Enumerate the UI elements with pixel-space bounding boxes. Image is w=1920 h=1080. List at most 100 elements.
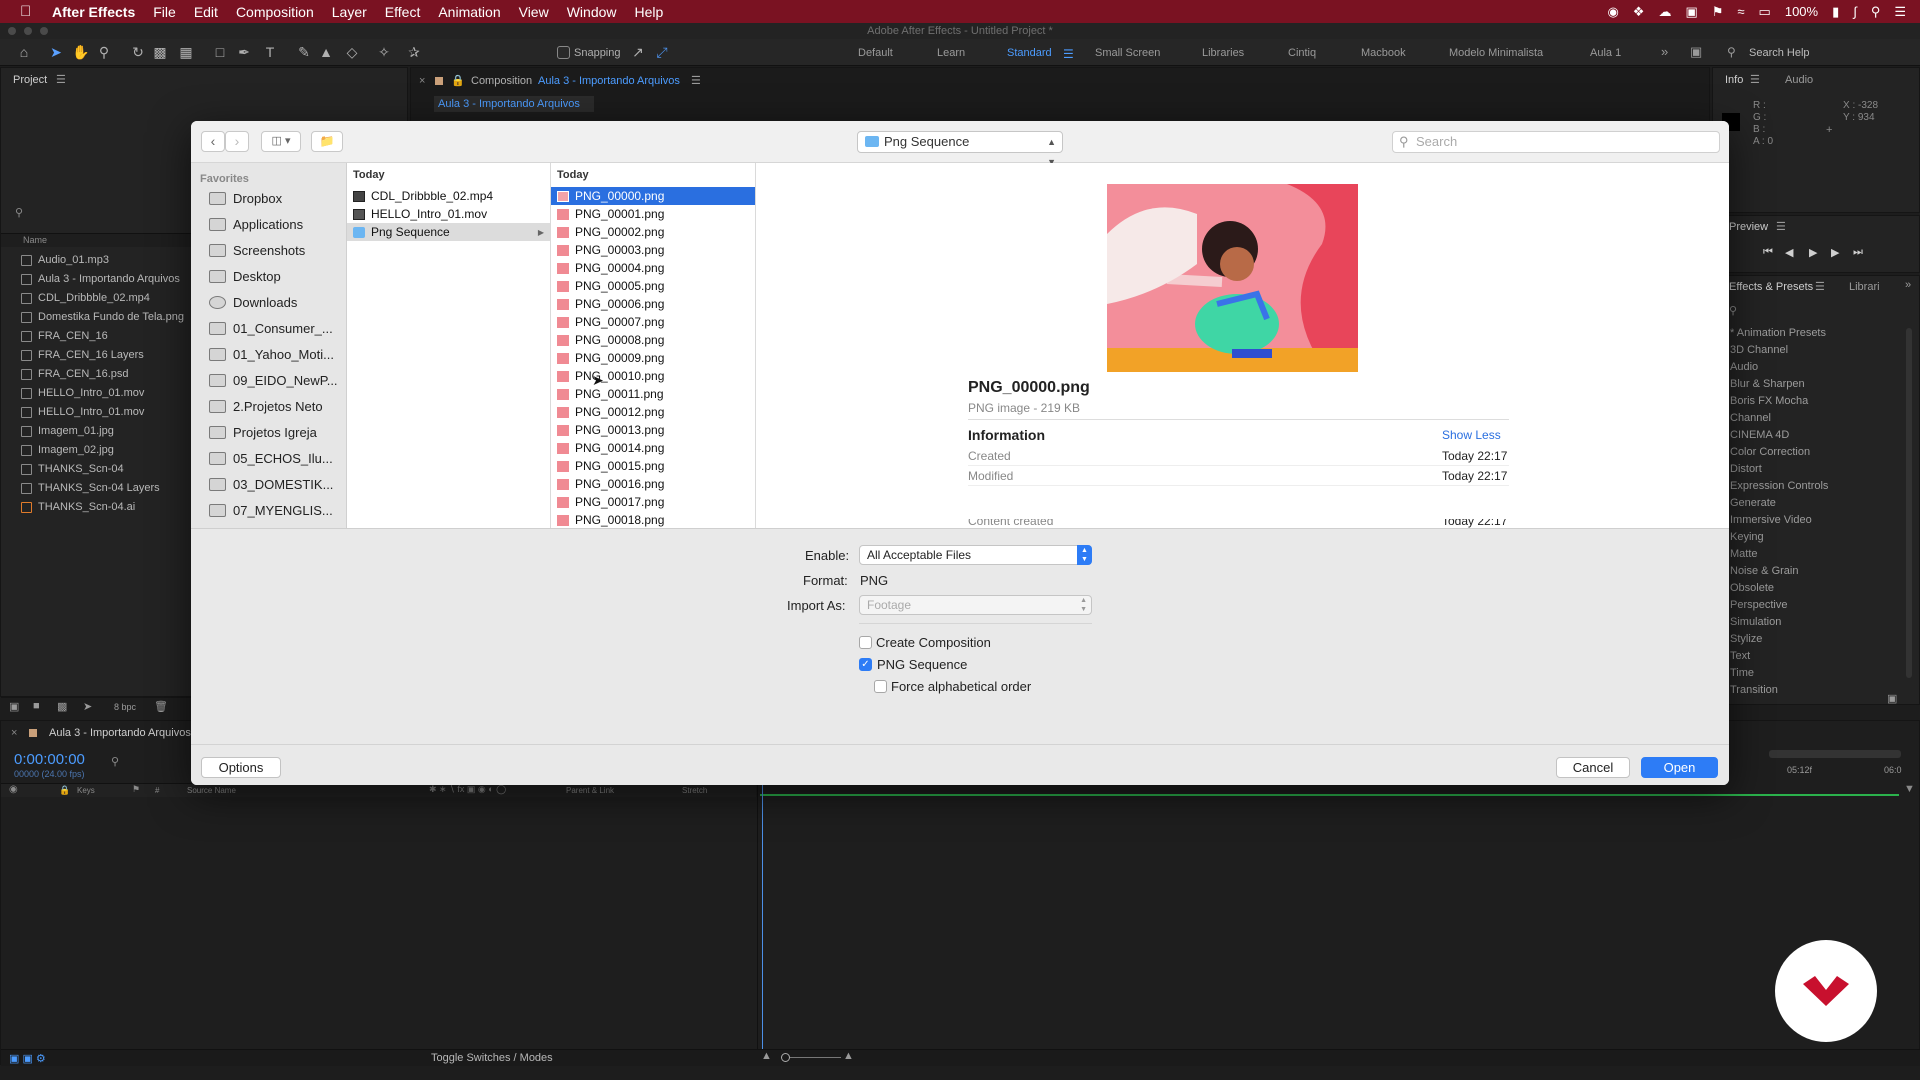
wifi-icon[interactable]: ≈ [1737,4,1744,19]
file-row[interactable]: PNG_00013.png [551,421,755,439]
file-row[interactable]: PNG_00001.png [551,205,755,223]
zoom-in-icon[interactable]: ▲ [843,1050,854,1062]
project-item[interactable]: Domestika Fundo de Tela.png [21,311,184,323]
effect-category[interactable]: Distort [1730,463,1762,475]
sidebar-item-folder[interactable]: 05_ECHOS_Ilu... [209,451,343,466]
zoom-tool-icon[interactable]: ⚲ [96,44,112,60]
effect-category[interactable]: Perspective [1730,599,1787,611]
effect-category[interactable]: Text [1730,650,1750,662]
sidebar-item-screenshots[interactable]: Screenshots [209,243,343,258]
timeline-tab[interactable]: Aula 3 - Importando Arquivos [49,727,191,739]
project-item[interactable]: FRA_CEN_16 [21,330,108,342]
creative-cloud-icon[interactable]: ☁ [1658,4,1671,20]
airplay-icon[interactable]: ▭ [1759,4,1771,20]
bluetooth-icon[interactable]: ∫ [1853,4,1857,19]
new-folder-button[interactable]: 📁 [311,131,343,152]
apple-icon[interactable]:  [20,3,42,20]
file-row[interactable]: CDL_Dribbble_02.mp4 [347,187,550,205]
composition-tab-prefix[interactable]: Composition [471,75,532,87]
eraser-tool-icon[interactable]: ◇ [344,44,360,60]
effect-category[interactable]: Transition [1730,684,1778,696]
effect-category[interactable]: Immersive Video [1730,514,1812,526]
battery-icon[interactable]: ▮ [1832,4,1839,20]
av-switches-icon[interactable]: ◉ [9,784,18,795]
interpret-footage-icon[interactable]: ▣ [9,700,19,713]
effects-panel-menu-icon[interactable]: ☰ [1815,280,1825,293]
spotlight-search-icon[interactable]: ⚲ [1871,4,1881,20]
source-name-column-header[interactable]: Source Name [187,786,236,795]
effect-category[interactable]: Matte [1730,548,1758,560]
info-tab[interactable]: Info [1725,74,1743,86]
project-item[interactable]: Imagem_01.jpg [21,425,114,437]
close-window-button[interactable] [8,27,16,35]
menu-layer[interactable]: Layer [332,4,367,20]
new-bin-icon[interactable]: ▣ [1887,692,1897,705]
effect-category[interactable]: Simulation [1730,616,1781,628]
puppet-pin-tool-icon[interactable]: ✰ [406,44,422,60]
effects-presets-tab[interactable]: Effects & Presets [1729,281,1813,293]
zoom-window-button[interactable] [40,27,48,35]
sidebar-item-folder[interactable]: Projetos Igreja [209,425,343,440]
snapping-checkbox[interactable] [557,46,570,59]
menu-composition[interactable]: Composition [236,4,314,20]
options-button[interactable]: Options [201,757,281,778]
camera-tool-icon[interactable]: ▩ [152,44,168,60]
zoom-slider-thumb[interactable] [781,1053,790,1062]
new-composition-icon[interactable]: ▩ [57,700,67,713]
rectangle-tool-icon[interactable]: □ [212,44,228,60]
sidebar-item-applications[interactable]: Applications [209,217,343,232]
sidebar-item-folder[interactable]: 01_Consumer_... [209,321,343,336]
png-sequence-label[interactable]: PNG Sequence [877,657,967,672]
project-item[interactable]: THANKS_Scn-04.ai [21,501,135,513]
composition-tab-name[interactable]: Aula 3 - Importando Arquivos [538,75,680,87]
app-name-menu[interactable]: After Effects [52,4,135,20]
composition-panel-menu-icon[interactable]: ☰ [691,74,701,87]
close-timeline-tab-icon[interactable]: × [11,727,17,739]
file-row[interactable]: PNG_00015.png [551,457,755,475]
effect-category[interactable]: Obsolete [1730,582,1774,594]
file-row[interactable]: PNG_00011.png [551,385,755,403]
forward-button[interactable]: › [225,131,249,152]
trash-icon[interactable]: 🗑 [154,700,168,713]
workspace-modelo-minimalista[interactable]: Modelo Minimalista [1449,47,1543,59]
file-row-selected[interactable]: PNG_00000.png [551,187,755,205]
png-sequence-checkbox[interactable]: ✓ [859,658,872,671]
workspace-layout-icon[interactable]: ▣ [1690,44,1702,60]
dropbox-icon[interactable]: ❖ [1633,4,1645,20]
file-row[interactable]: PNG_00007.png [551,313,755,331]
workspaces-overflow-icon[interactable]: » [1661,44,1668,59]
toggle-switches-modes-button[interactable]: Toggle Switches / Modes [431,1052,553,1064]
file-row[interactable]: PNG_00008.png [551,331,755,349]
project-item[interactable]: HELLO_Intro_01.mov [21,406,144,418]
hand-tool-icon[interactable]: ✋ [72,44,89,60]
layer-switches-icon[interactable]: ✱ ∗ ∖ fx ▣ ◉ ◐ ◯ [429,784,506,795]
location-popup[interactable]: Png Sequence ▲ ▼ [857,131,1063,167]
workspace-macbook[interactable]: Macbook [1361,47,1406,59]
project-item[interactable]: HELLO_Intro_01.mov [21,387,144,399]
timeline-scroll-handle[interactable]: ▼ [1904,783,1915,795]
brush-tool-icon[interactable]: ✎ [296,44,312,60]
workspace-libraries[interactable]: Libraries [1202,47,1244,59]
open-button[interactable]: Open [1641,757,1718,778]
file-row[interactable]: PNG_00014.png [551,439,755,457]
file-row[interactable]: PNG_00006.png [551,295,755,313]
sidebar-item-desktop[interactable]: Desktop [209,269,343,284]
audio-tab[interactable]: Audio [1785,74,1813,86]
minimize-window-button[interactable] [24,27,32,35]
timeline-search-icon[interactable]: ⚲ [111,755,119,768]
effect-category[interactable]: Noise & Grain [1730,565,1798,577]
sidebar-item-folder[interactable]: 09_EIDO_NewP... [209,373,343,388]
sidebar-item-folder[interactable]: 03_DOMESTIK... [209,477,343,492]
type-tool-icon[interactable]: T [262,44,278,60]
file-row[interactable]: PNG_00009.png [551,349,755,367]
zoom-out-icon[interactable]: ▲ [761,1050,772,1062]
menu-edit[interactable]: Edit [194,4,218,20]
effect-category[interactable]: * Animation Presets [1730,327,1826,339]
effect-category[interactable]: Boris FX Mocha [1730,395,1808,407]
effects-scrollbar[interactable] [1906,328,1912,678]
effect-category[interactable]: 3D Channel [1730,344,1788,356]
project-item[interactable]: CDL_Dribbble_02.mp4 [21,292,150,304]
sidebar-item-dropbox[interactable]: Dropbox [209,191,343,206]
file-row[interactable]: PNG_00010.png [551,367,755,385]
project-panel-menu-icon[interactable]: ☰ [56,73,66,86]
